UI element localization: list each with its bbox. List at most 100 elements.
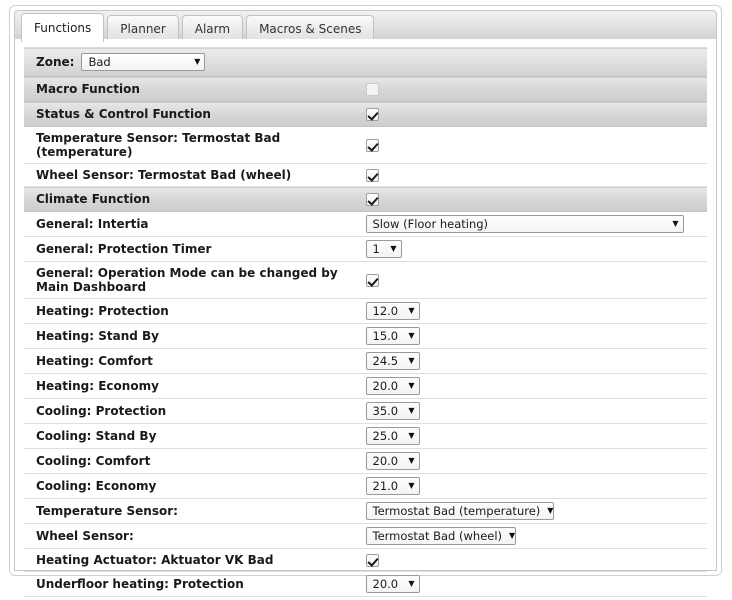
select-general-protection-timer[interactable]: 1 ▼ [365,240,402,258]
checkbox-checked[interactable] [365,554,379,567]
property-row: Heating: Comfort 24.5 ▼ [24,349,707,374]
row-control-cell: 21.0 ▼ [365,474,708,499]
chevron-down-icon: ▼ [390,244,397,253]
row-label-general-operation-mode-can-be-changed-by: General: Operation Mode can be changed b… [36,266,338,294]
row-control-cell [365,262,708,299]
select-value: 20.0 [372,454,399,468]
property-row: General: Protection Timer 1 ▼ [24,237,707,262]
zone-row: Zone: Bad ▼ [24,47,707,77]
property-row: Heating: Stand By 15.0 ▼ [24,324,707,349]
tab-alarm[interactable]: Alarm [181,15,244,42]
property-row: Heating: Economy 20.0 ▼ [24,374,707,399]
property-row: Temperature Sensor: Termostat Bad (temper… [24,499,707,524]
property-row: General: Operation Mode can be changed b… [24,262,707,299]
chevron-down-icon: ▼ [408,406,415,415]
select-wheel-sensor[interactable]: Termostat Bad (wheel) ▼ [365,527,516,545]
chevron-down-icon: ▼ [408,481,415,490]
row-control-cell [365,549,708,572]
property-row: Wheel Sensor: Termostat Bad (wheel) ▼ [24,524,707,549]
property-row: Cooling: Comfort 20.0 ▼ [24,449,707,474]
section-row: Climate Function [24,186,708,212]
select-value: Termostat Bad (wheel) [372,529,503,543]
row-control-cell: Termostat Bad (wheel) ▼ [365,524,708,549]
checkbox-checked[interactable] [365,169,379,182]
row-label-macro-function: Macro Function [36,82,140,96]
property-row: Temperature Sensor: Termostat Bad (tempe… [24,127,707,164]
chevron-down-icon: ▼ [408,381,415,390]
select-heating-economy[interactable]: 20.0 ▼ [365,377,420,395]
checkbox-checked[interactable] [365,139,379,152]
row-control-cell: none▼ [366,597,708,600]
property-row: Heating: Protection 12.0 ▼ [24,299,707,324]
zone-select[interactable]: Bad ▼ [81,53,206,71]
select-heating-protection[interactable]: 12.0 ▼ [365,302,420,320]
row-control-cell: 35.0 ▼ [365,399,708,424]
tab-macros-scenes[interactable]: Macros & Scenes [246,15,375,42]
select-cooling-stand-by[interactable]: 25.0 ▼ [365,427,420,445]
row-control-cell [365,187,708,212]
select-general-intertia[interactable]: Slow (Floor heating) ▼ [365,215,684,233]
row-label-general-protection-timer: General: Protection Timer [36,242,212,256]
select-value: 25.0 [372,429,399,443]
row-label-temperature-sensor-termostat-bad-tempera: Temperature Sensor: Termostat Bad (tempe… [36,131,281,159]
row-control-cell: 12.0 ▼ [365,299,708,324]
section-row: Status & Control Function [24,101,707,127]
zone-cell: Zone: Bad ▼ [24,48,707,77]
chevron-down-icon: ▼ [408,306,415,315]
select-cooling-protection[interactable]: 35.0 ▼ [365,402,420,420]
chevron-down-icon: ▼ [194,57,201,66]
property-row: General: Intertia Slow (Floor heating) ▼ [24,212,707,237]
select-temperature-sensor[interactable]: Termostat Bad (temperature) ▼ [365,502,554,520]
select-value: Slow (Floor heating) [372,217,489,231]
row-control-cell: 20.0 ▼ [365,572,708,597]
property-row: Cooling: Stand By 25.0 ▼ [24,424,707,449]
chevron-down-icon: ▼ [408,356,415,365]
row-label-cooling-protection: Cooling: Protection [36,404,167,418]
row-control-cell: 25.0 ▼ [365,424,708,449]
select-heating-stand-by[interactable]: 15.0 ▼ [365,327,420,345]
row-label-cooling-comfort: Cooling: Comfort [36,454,151,468]
select-value: 21.0 [372,479,399,493]
select-value: 20.0 [372,379,399,393]
zone-select-value: Bad [88,55,111,69]
property-row: Wheel Sensor: Termostat Bad (wheel) [24,164,707,187]
app-screenshot: Functions Planner Alarm Macros & Scenes Zon… [0,0,732,600]
chevron-down-icon: ▼ [547,506,554,515]
row-label-cooling-stand-by: Cooling: Stand By [36,429,157,443]
chevron-down-icon: ▼ [408,579,415,588]
zone-label: Zone: [36,55,75,69]
select-cooling-comfort[interactable]: 20.0 ▼ [365,452,420,470]
row-label-heating-comfort: Heating: Comfort [36,354,153,368]
tab-functions[interactable]: Functions [21,13,105,42]
row-control-cell: 15.0 ▼ [365,324,708,349]
row-control-cell: Slow (Floor heating) ▼ [365,212,708,237]
select-value: 1 [372,242,380,256]
select-value: Termostat Bad (temperature) [372,504,541,518]
row-label-heating-economy: Heating: Economy [36,379,159,393]
chevron-down-icon: ▼ [408,431,415,440]
property-row: Cooling: Economy 21.0 ▼ [24,474,707,499]
select-cooling-economy[interactable]: 21.0 ▼ [365,477,420,495]
checkbox-checked[interactable] [365,193,379,206]
select-underfloor-heating-protection[interactable]: 20.0 ▼ [365,575,420,593]
row-label-heating-actuator-aktuator-vk-bad: Heating Actuator: Aktuator VK Bad [36,553,274,567]
tab-planner[interactable]: Planner [107,15,179,42]
row-control-cell: Termostat Bad (temperature) ▼ [365,499,708,524]
row-label-wheel-sensor: Wheel Sensor: [36,529,134,543]
checkbox-unchecked[interactable] [365,83,379,96]
chevron-down-icon: ▼ [408,456,415,465]
select-value: 15.0 [372,329,399,343]
select-value: 24.5 [372,354,399,368]
select-value: 12.0 [372,304,399,318]
checkbox-checked[interactable] [365,274,379,287]
main-panel: Functions Planner Alarm Macros & Scenes Zon… [9,5,722,597]
properties-table: Zone: Bad ▼ Macro Function Status & Control … [24,47,707,600]
row-control-cell: 24.5 ▼ [365,349,708,374]
checkbox-checked[interactable] [365,108,379,121]
row-label-temperature-sensor: Temperature Sensor: [36,504,178,518]
row-label-underfloor-heating-temperature-sensor: Underfloor heating: Temperature Sensor [24,597,366,600]
select-heating-comfort[interactable]: 24.5 ▼ [365,352,420,370]
row-control-cell [365,77,708,102]
chevron-down-icon: ▼ [509,531,516,540]
row-control-cell: 20.0 ▼ [365,449,708,474]
